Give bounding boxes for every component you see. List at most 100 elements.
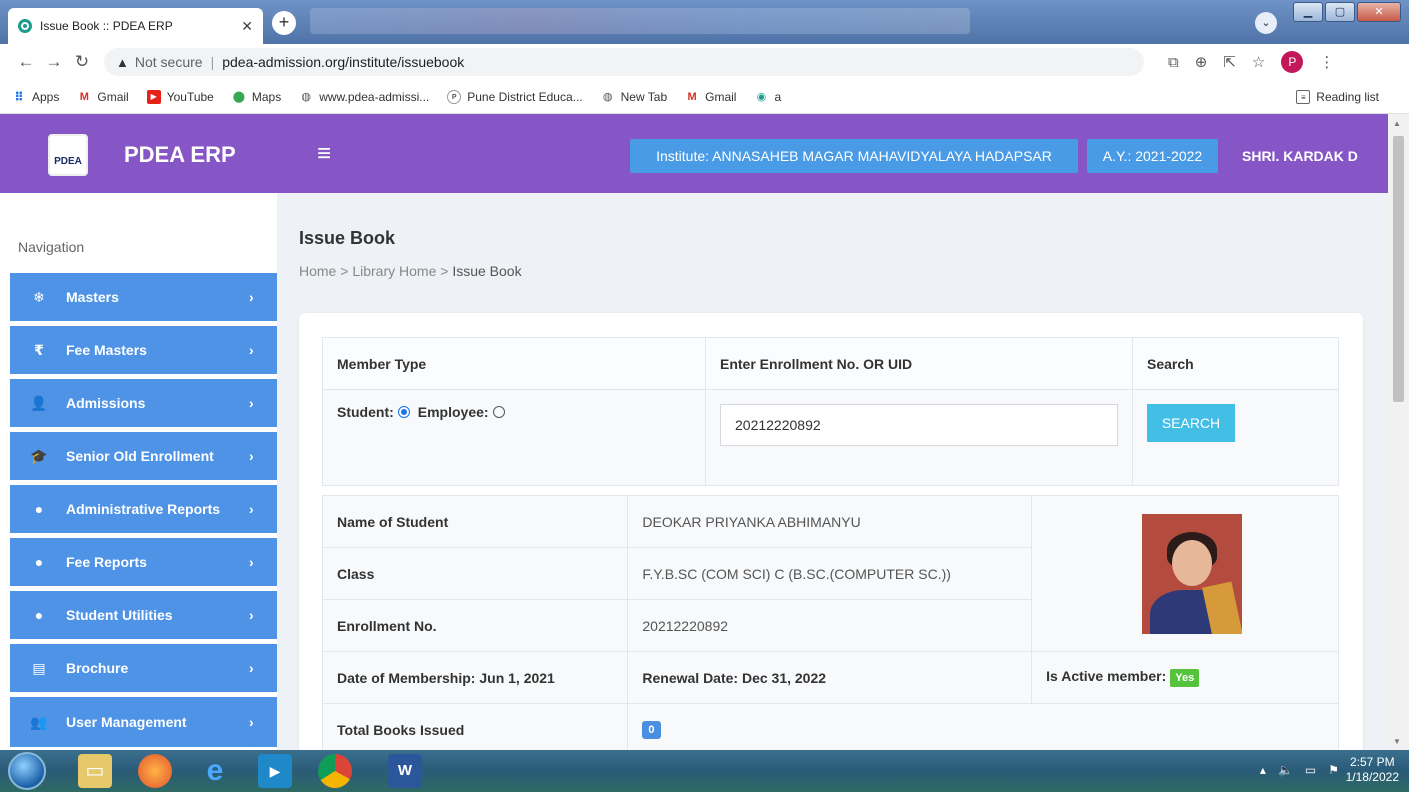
url-input[interactable]: ▲ Not secure | pdea-admission.org/instit… <box>104 48 1144 76</box>
app-header: PDEA PDEA ERP ≡ Institute: ANNASAHEB MAG… <box>0 114 1388 193</box>
bookmark-pune-district[interactable]: P Pune District Educa... <box>447 89 583 104</box>
sidebar-item-user-management[interactable]: 👥 User Management › <box>10 697 277 747</box>
browser-toolbar-icons: ⧉ ⊕ ⇱ ☆ P ⋮ <box>1168 51 1334 73</box>
chevron-down-icon[interactable]: ⌄ <box>1255 12 1277 34</box>
window-controls: ▁ ▢ ✕ <box>1293 2 1401 22</box>
page-title: Issue Book <box>299 228 396 248</box>
maps-pin-icon: ⬤ <box>232 90 246 103</box>
tray-expand-icon[interactable]: ▴ <box>1260 763 1266 777</box>
bookmark-new-tab[interactable]: ◍ New Tab <box>601 90 667 104</box>
student-class: F.Y.B.SC (COM SCI) C (B.SC.(COMPUTER SC.… <box>627 547 1033 600</box>
bookmark-gmail[interactable]: M Gmail <box>77 90 129 104</box>
bookmark-apps[interactable]: ⠿ Apps <box>12 90 59 104</box>
rupee-icon: ₹ <box>34 341 44 358</box>
sidebar-item-administrative-reports[interactable]: ● Administrative Reports › <box>10 485 277 533</box>
breadcrumb-library-home[interactable]: Library Home <box>352 263 436 279</box>
sidebar-item-fee-reports[interactable]: ● Fee Reports › <box>10 538 277 586</box>
breadcrumb-home[interactable]: Home <box>299 263 336 279</box>
sidebar-item-admissions[interactable]: 👤 Admissions › <box>10 379 277 427</box>
search-button[interactable]: SEARCH <box>1147 404 1235 442</box>
reading-list[interactable]: ≡ Reading list <box>1296 89 1379 104</box>
bookmarks-bar: ⠿ Apps M Gmail ▶ YouTube ⬤ Maps ◍ www.pd… <box>0 80 1409 114</box>
member-details-table: Name of Student DEOKAR PRIYANKA ABHIMANY… <box>321 495 1339 756</box>
firefox-icon[interactable] <box>138 754 172 788</box>
alert-circle-icon: ● <box>34 501 44 517</box>
profile-avatar[interactable]: P <box>1281 51 1304 73</box>
enrollment-header: Enter Enrollment No. OR UID <box>705 337 1133 390</box>
word-icon[interactable]: W <box>388 754 422 788</box>
bookmark-pdea-admission[interactable]: ◍ www.pdea-admissi... <box>299 90 429 104</box>
chevron-right-icon: › <box>249 554 254 570</box>
globe-icon: ◍ <box>602 90 613 103</box>
breadcrumb-current: Issue Book <box>452 263 522 279</box>
sidebar-item-fee-masters[interactable]: ₹ Fee Masters › <box>10 326 277 374</box>
employee-radio[interactable] <box>492 406 505 418</box>
books-issued-label: Total Books Issued <box>321 703 629 756</box>
chevron-right-icon: › <box>249 607 254 623</box>
page-scrollbar[interactable]: ▲ ▼ <box>1388 114 1409 750</box>
network-icon[interactable]: ▭ <box>1305 763 1316 777</box>
member-type-header: Member Type <box>322 337 706 390</box>
zoom-icon[interactable]: ⊕ <box>1195 53 1208 71</box>
brand-title[interactable]: PDEA ERP <box>124 142 236 168</box>
breadcrumb-separator: > <box>340 263 353 279</box>
chevron-right-icon: › <box>249 501 254 517</box>
reading-list-icon: ≡ <box>1296 89 1311 104</box>
reload-icon[interactable]: ↻ <box>68 52 96 72</box>
action-center-flag-icon[interactable]: ⚑ <box>1328 763 1339 777</box>
hamburger-menu-icon[interactable]: ≡ <box>317 140 331 168</box>
new-tab-button[interactable]: + <box>272 11 296 35</box>
url-separator: | <box>210 54 215 70</box>
share-icon[interactable]: ⇱ <box>1223 53 1236 71</box>
search-cell: SEARCH <box>1132 389 1339 486</box>
books-issued-count: 0 <box>642 721 661 739</box>
scroll-up-icon[interactable]: ▲ <box>1393 119 1401 128</box>
globe-icon: ◍ <box>301 90 311 103</box>
scroll-down-icon[interactable]: ▼ <box>1393 737 1401 746</box>
volume-icon[interactable]: 🔈 <box>1278 763 1293 777</box>
sidebar-item-masters[interactable]: ❄ Masters › <box>10 273 277 321</box>
file-explorer-icon[interactable]: ▭ <box>78 754 112 788</box>
bookmark-gmail-2[interactable]: M Gmail <box>685 90 737 104</box>
pdea-logo[interactable]: PDEA <box>48 134 88 176</box>
forward-arrow-icon[interactable]: → <box>40 52 68 72</box>
bookmark-a[interactable]: ◉ a <box>754 90 782 104</box>
sidebar-item-brochure[interactable]: ▤ Brochure › <box>10 644 277 692</box>
browser-tab[interactable]: Issue Book :: PDEA ERP ✕ <box>8 8 263 44</box>
pdea-seal-icon: P <box>447 89 462 104</box>
scroll-thumb[interactable] <box>1393 136 1404 402</box>
maximize-icon[interactable]: ▢ <box>1325 2 1355 22</box>
window-close-icon[interactable]: ✕ <box>1357 2 1401 22</box>
sidebar-item-student-utilities[interactable]: ● Student Utilities › <box>10 591 277 639</box>
chevron-right-icon: › <box>249 342 254 358</box>
os-taskbar: ▭ e ▶ W ▴ 🔈 ▭ ⚑ 2:57 PM 1/18/2022 <box>0 750 1409 792</box>
star-icon[interactable]: ☆ <box>1252 53 1265 71</box>
alert-circle-icon: ● <box>34 607 44 623</box>
chevron-right-icon: › <box>249 714 254 730</box>
bookmark-maps[interactable]: ⬤ Maps <box>232 90 282 104</box>
institute-badge: Institute: ANNASAHEB MAGAR MAHAVIDYALAYA… <box>630 139 1078 173</box>
user-plus-icon: 👤 <box>30 394 48 411</box>
back-arrow-icon[interactable]: ← <box>12 52 40 72</box>
enrollment-input[interactable] <box>720 404 1118 446</box>
taskbar-clock[interactable]: 2:57 PM 1/18/2022 <box>1346 755 1399 785</box>
minimize-icon[interactable]: ▁ <box>1293 2 1323 22</box>
student-photo <box>1142 514 1243 634</box>
apps-grid-icon: ⠿ <box>14 89 24 104</box>
chevron-right-icon: › <box>249 660 254 676</box>
academic-year-badge: A.Y.: 2021-2022 <box>1087 139 1218 173</box>
warning-triangle-icon[interactable]: ▲ <box>116 55 129 70</box>
sidebar-item-senior-old-enrollment[interactable]: 🎓 Senior Old Enrollment › <box>10 432 277 480</box>
media-player-icon[interactable]: ▶ <box>258 754 292 788</box>
user-menu[interactable]: SHRI. KARDAK D <box>1242 148 1358 164</box>
translate-icon[interactable]: ⧉ <box>1168 54 1179 71</box>
books-issued-cell: 0 <box>627 703 1339 756</box>
student-radio[interactable] <box>397 406 410 418</box>
internet-explorer-icon[interactable]: e <box>198 754 232 788</box>
menu-kebab-icon[interactable]: ⋮ <box>1319 53 1334 71</box>
bookmark-youtube[interactable]: ▶ YouTube <box>146 89 214 104</box>
chrome-icon[interactable] <box>318 754 352 788</box>
close-icon[interactable]: ✕ <box>241 18 253 35</box>
start-button[interactable] <box>8 752 46 790</box>
enrollment-number: 20212220892 <box>627 599 1033 652</box>
